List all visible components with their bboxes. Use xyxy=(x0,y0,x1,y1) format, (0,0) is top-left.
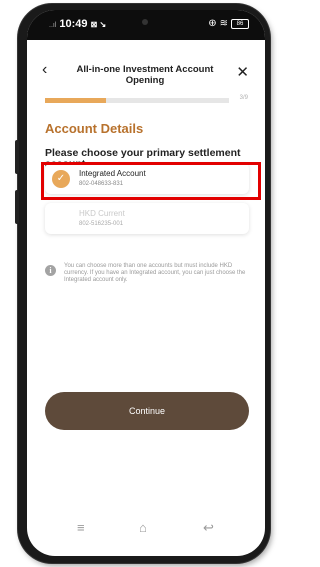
signal-icon: ..ıl xyxy=(49,22,57,29)
info-note: You can choose more than one accounts bu… xyxy=(64,263,246,283)
back-icon[interactable]: ↩ xyxy=(203,520,214,536)
header: ‹ All-in-one Investment Account Opening … xyxy=(27,40,265,88)
app-screen: ..ıl 10:49 ⊠ ↘ ⊕ ≋ 86 ‹ All-in-one Invest… xyxy=(27,10,265,556)
location-icon: ⊕ xyxy=(208,18,217,29)
progress-fill xyxy=(45,98,106,103)
account-number: 802-516235-001 xyxy=(79,221,124,227)
menu-icon[interactable]: ≡ xyxy=(77,520,85,535)
continue-button[interactable]: Continue xyxy=(45,392,249,430)
close-icon[interactable]: ✕ xyxy=(236,65,249,80)
power-button xyxy=(15,190,19,224)
camera-icon xyxy=(142,19,148,25)
progress-bar xyxy=(45,98,229,103)
account-option-hkd-current[interactable]: HKD Current 802-516235-001 xyxy=(45,203,249,234)
volume-button xyxy=(15,140,19,174)
progress-text: 3/9 xyxy=(239,95,248,101)
notification-icons: ⊠ ↘ xyxy=(90,20,107,29)
status-icons: ⊕ ≋ 86 xyxy=(208,18,249,29)
battery-icon: 86 xyxy=(231,18,249,29)
status-bar: ..ıl 10:49 ⊠ ↘ ⊕ ≋ 86 xyxy=(27,10,265,40)
chevron-left-icon[interactable]: ‹ xyxy=(42,62,47,78)
account-name: HKD Current xyxy=(79,209,125,218)
wifi-icon: ≋ xyxy=(219,18,228,29)
system-nav-bar: ≡ ⌂ ↩ xyxy=(27,508,265,556)
status-time: ..ıl 10:49 ⊠ ↘ xyxy=(49,18,107,30)
info-icon: i xyxy=(45,265,56,276)
section-title: Account Details xyxy=(45,121,144,136)
highlight-box xyxy=(41,162,261,200)
home-icon[interactable]: ⌂ xyxy=(139,520,147,535)
page-title: All-in-one Investment Account Opening xyxy=(76,64,214,86)
